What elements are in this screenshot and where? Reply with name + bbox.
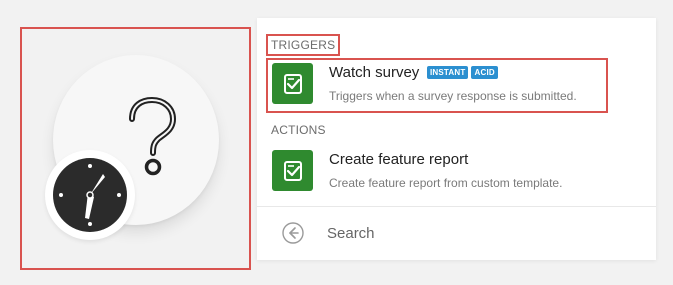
checklist-icon — [283, 160, 302, 181]
app-picker: TRIGGERS Watch survey INSTANT ACID Trigg… — [0, 0, 673, 285]
trigger-badges: INSTANT ACID — [427, 66, 498, 79]
checklist-icon — [283, 73, 302, 94]
back-arrow-icon[interactable] — [282, 222, 304, 244]
action-title: Create feature report — [329, 151, 469, 168]
action-item-create-feature-report[interactable]: Create feature report Create feature rep… — [266, 145, 608, 200]
triggers-section-label: TRIGGERS — [266, 34, 341, 56]
instant-badge: INSTANT — [427, 66, 469, 79]
acid-badge: ACID — [471, 66, 498, 79]
trigger-title: Watch survey — [329, 64, 420, 81]
app-tile — [272, 63, 313, 104]
search-row[interactable]: Search — [257, 207, 656, 260]
clock-icon — [53, 158, 127, 232]
action-description: Create feature report from custom templa… — [329, 176, 563, 190]
app-actions-panel: TRIGGERS Watch survey INSTANT ACID Trigg… — [257, 18, 656, 260]
trigger-item-watch-survey[interactable]: Watch survey INSTANT ACID Triggers when … — [266, 58, 608, 113]
schedule-badge[interactable] — [45, 150, 135, 240]
trigger-description: Triggers when a survey response is submi… — [329, 89, 577, 103]
actions-section-label: ACTIONS — [271, 123, 326, 137]
app-tile — [272, 150, 313, 191]
module-highlight — [20, 27, 251, 270]
search-label[interactable]: Search — [327, 225, 375, 243]
question-mark-icon — [129, 97, 177, 176]
